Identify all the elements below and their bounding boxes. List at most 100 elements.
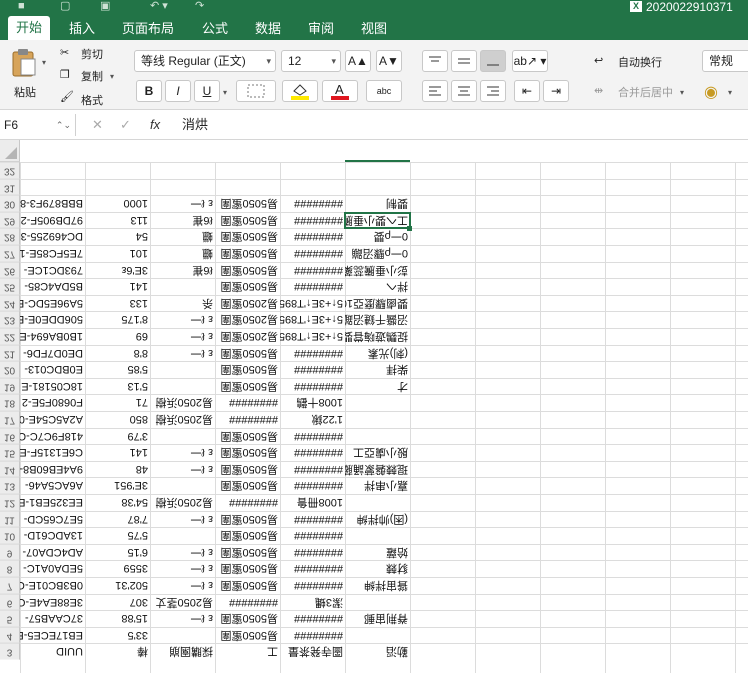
table-cell[interactable]: 141	[85, 444, 150, 460]
table-cell[interactable]: ε ℓ一	[150, 560, 215, 576]
table-cell[interactable]: 1000	[85, 195, 150, 211]
table-cell[interactable]: 5'13	[85, 378, 150, 394]
table-cell[interactable]: ε ℓ一	[150, 577, 215, 593]
tab-formulas[interactable]: 公式	[202, 18, 228, 40]
wrap-text-button[interactable]: 自动换行	[618, 54, 662, 70]
table-cell[interactable]: 3E88EA4E-C	[20, 594, 85, 610]
table-cell[interactable]: 易5050蜜圍	[215, 228, 280, 244]
header-cell[interactable]: UUID	[20, 643, 85, 659]
table-cell[interactable]: 101	[85, 245, 150, 261]
table-cell[interactable]: 易5050蜜圍	[215, 444, 280, 460]
font-color-button[interactable]: A	[322, 80, 358, 102]
row-header[interactable]: 11	[0, 510, 20, 528]
spreadsheet-grid[interactable]: 32 31 30 29 28 27 26 25 24 23 22 21 20 19 18 17 16 15 14 13…	[0, 140, 748, 673]
italic-button[interactable]: I	[165, 80, 191, 102]
table-cell[interactable]: ########	[280, 345, 345, 361]
table-cell[interactable]: 易5050蜜圍	[215, 544, 280, 560]
table-cell[interactable]: ########	[280, 212, 345, 228]
number-format-select[interactable]: 常规	[702, 50, 748, 72]
table-cell[interactable]: EB17ECE5-E	[20, 627, 85, 643]
table-cell[interactable]: 易2050浜樹	[150, 394, 215, 410]
row-header[interactable]: 6	[0, 593, 20, 611]
table-cell[interactable]: ε ℓ一	[150, 610, 215, 626]
table-cell[interactable]: ℓ6崔	[150, 212, 215, 228]
select-all-corner[interactable]	[0, 140, 20, 162]
table-cell[interactable]: 6'15	[85, 544, 150, 560]
wrap-text-icon[interactable]: ↩	[594, 54, 603, 67]
header-cell[interactable]: 採購園崩	[150, 643, 215, 659]
table-cell[interactable]: 易5050蜜圍	[215, 527, 280, 543]
active-cell-border[interactable]	[344, 211, 411, 230]
table-cell[interactable]: 易5050蜜圍	[215, 278, 280, 294]
text-orientation-button[interactable]: ab↗ ▾	[512, 50, 548, 72]
copy-dropdown-icon[interactable]: ▾	[110, 72, 114, 81]
table-cell[interactable]: 141	[85, 278, 150, 294]
table-cell[interactable]: 潔3蝿	[280, 594, 345, 610]
table-cell[interactable]: 307	[85, 594, 150, 610]
table-cell[interactable]: 嬰制	[345, 195, 410, 211]
table-cell[interactable]: ε ℓ一	[150, 511, 215, 527]
table-cell[interactable]: 易2050浜樹	[150, 494, 215, 510]
table-cell[interactable]: 豺棘	[345, 560, 410, 576]
bold-button[interactable]: B	[136, 80, 162, 102]
table-cell[interactable]: 彭小垂騰蕊藥ℓ ↑翻藻	[345, 262, 410, 278]
row-header[interactable]: 13	[0, 477, 20, 494]
table-cell[interactable]: ε ℓ一	[150, 444, 215, 460]
decrease-indent-button[interactable]: ⇤	[514, 80, 540, 102]
borders-button[interactable]	[236, 80, 276, 102]
table-cell[interactable]: DC469255-3	[20, 228, 85, 244]
table-cell[interactable]: 5A96E5DC-E	[20, 295, 85, 311]
table-cell[interactable]: ε ℓ一	[150, 461, 215, 477]
table-cell[interactable]: 97DB905F-2	[20, 212, 85, 228]
table-cell[interactable]: 793DC1CE-	[20, 262, 85, 278]
format-painter-icon[interactable]: 🖌	[60, 90, 74, 103]
row-header[interactable]: 21	[0, 344, 20, 362]
table-cell[interactable]: 54'38	[85, 494, 150, 510]
table-cell[interactable]: 3559	[85, 560, 150, 576]
table-cell[interactable]: 18C05181-E	[20, 378, 85, 394]
table-cell[interactable]: 8'8	[85, 345, 150, 361]
tab-insert[interactable]: 插入	[69, 18, 95, 40]
table-cell[interactable]: ########	[280, 610, 345, 626]
tab-review[interactable]: 审阅	[308, 18, 334, 40]
row-header[interactable]: 7	[0, 577, 20, 594]
table-cell[interactable]: 易5050蜜圍	[215, 195, 280, 211]
table-cell[interactable]: 易5050蜜圍	[215, 345, 280, 361]
font-name-select[interactable]: 等线 Regular (正文) ▾	[134, 50, 276, 72]
table-cell[interactable]: 捉鸚遊嗨甞嬰鹵驟沼	[345, 328, 410, 344]
font-size-select[interactable]: 12 ▾	[281, 50, 341, 72]
table-cell[interactable]: ########	[280, 560, 345, 576]
table-cell[interactable]: ε ℓ一	[150, 345, 215, 361]
table-cell[interactable]: 850	[85, 411, 150, 427]
format-painter-button[interactable]: 格式	[81, 92, 103, 108]
table-cell[interactable]: 拌ヘ	[345, 278, 410, 294]
table-cell[interactable]: 杀	[150, 295, 215, 311]
table-cell[interactable]: B5DA4C85-	[20, 278, 85, 294]
table-cell[interactable]: A6AC5A46-	[20, 477, 85, 493]
align-bottom-button[interactable]	[480, 50, 506, 72]
row-header[interactable]: 4	[0, 626, 20, 644]
table-cell[interactable]: ε ℓ一	[150, 328, 215, 344]
table-cell[interactable]: 37CAAB57-	[20, 610, 85, 626]
paste-dropdown-icon[interactable]: ▾	[42, 58, 46, 67]
table-cell[interactable]: 易5050蜜圍	[215, 262, 280, 278]
row-header[interactable]: 27	[0, 245, 20, 262]
table-cell[interactable]: 易5050蜜圍	[215, 511, 280, 527]
table-cell[interactable]: 1008十鸛	[280, 394, 345, 410]
cancel-icon[interactable]: ✕	[92, 114, 103, 136]
table-cell[interactable]: 易2050蜜圍	[215, 295, 280, 311]
table-cell[interactable]: ########	[280, 195, 345, 211]
table-cell[interactable]: 502'31	[85, 577, 150, 593]
phonetic-button[interactable]: abc	[366, 80, 402, 102]
underline-button[interactable]: U	[194, 80, 220, 102]
align-middle-button[interactable]	[451, 50, 477, 72]
table-cell[interactable]: 易5050蜜圍	[215, 461, 280, 477]
row-header[interactable]: 22	[0, 328, 20, 345]
redo-icon[interactable]: ↷	[195, 0, 204, 12]
table-cell[interactable]: 0B3BC01E-C	[20, 577, 85, 593]
table-cell[interactable]: ########	[280, 477, 345, 493]
header-cell[interactable]: 工	[215, 643, 280, 659]
table-cell[interactable]: 蠟	[150, 228, 215, 244]
tab-page-layout[interactable]: 页面布局	[122, 18, 174, 40]
row-header[interactable]: 16	[0, 427, 20, 445]
